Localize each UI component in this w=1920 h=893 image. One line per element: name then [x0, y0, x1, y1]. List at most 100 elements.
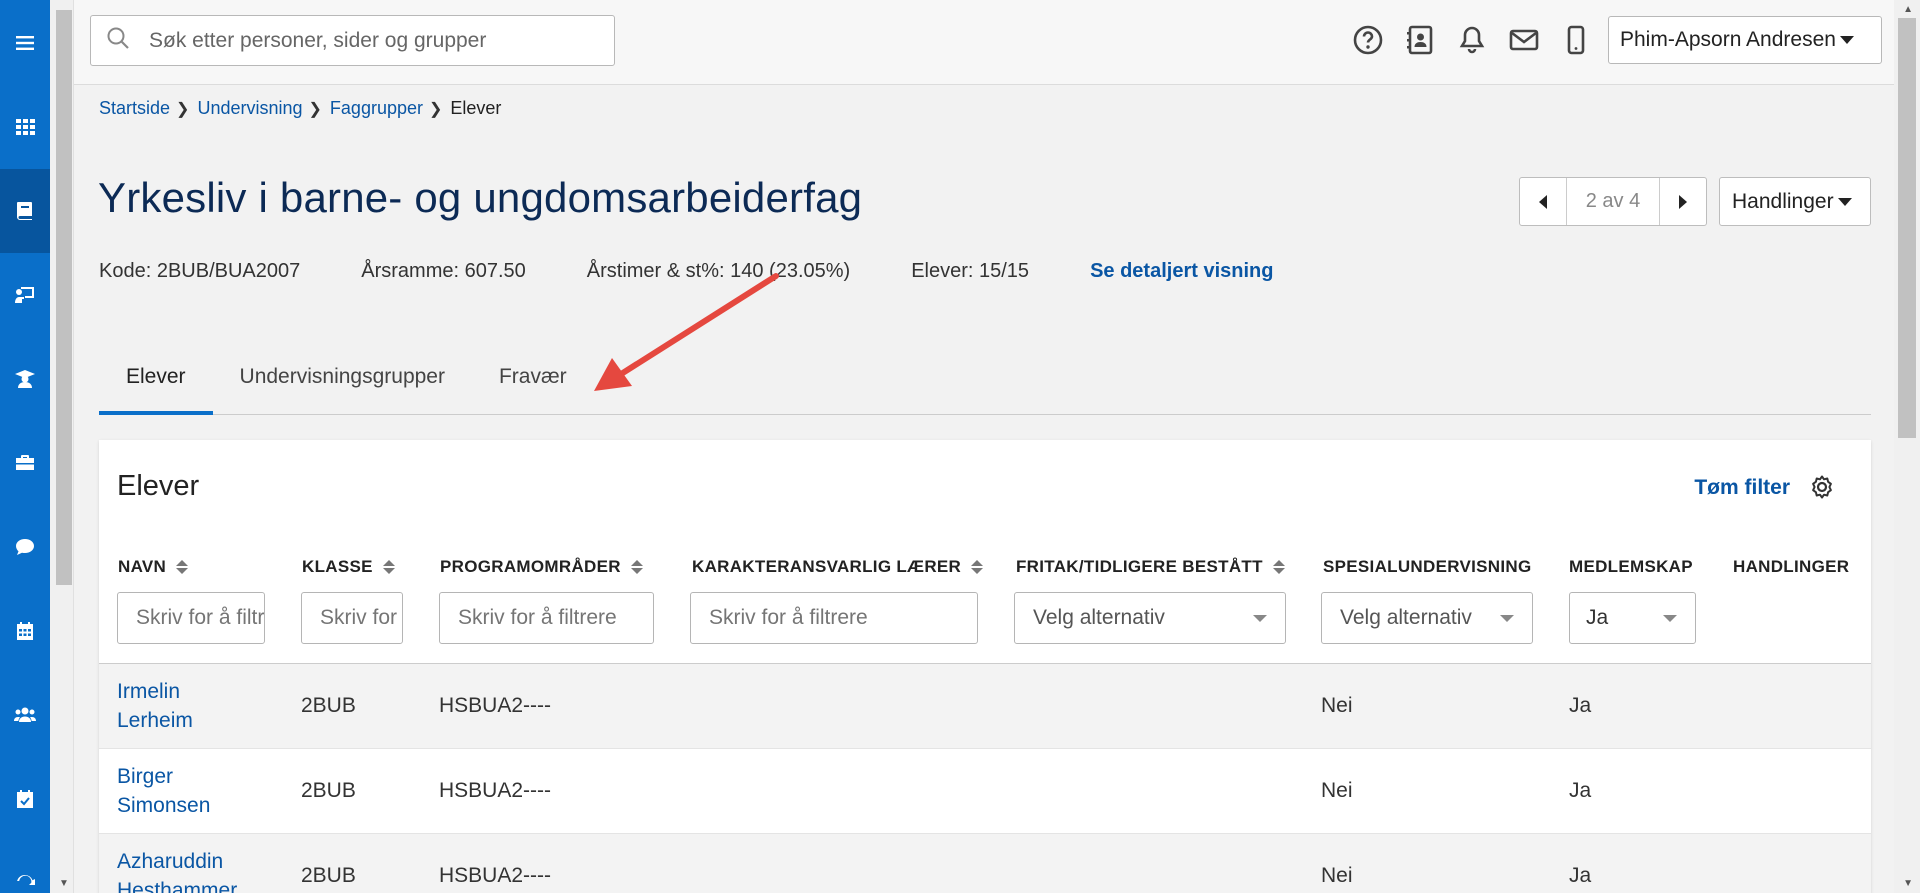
- chevron-down-icon: [1253, 614, 1267, 622]
- briefcase-icon[interactable]: [0, 421, 50, 505]
- page-scroll-thumb[interactable]: [1898, 18, 1916, 438]
- column-header-karakteransvarlig-laerer[interactable]: KARAKTERANSVARLIG LÆRER: [692, 557, 984, 577]
- page-scroll-up-arrow[interactable]: ▲: [1903, 4, 1913, 15]
- caret-down-icon: [1837, 197, 1852, 206]
- filter-fritak-select[interactable]: Velg alternativ: [1014, 592, 1286, 644]
- filter-navn-input[interactable]: [117, 592, 265, 644]
- chat-icon[interactable]: [0, 505, 50, 589]
- filter-spesial-value: Velg alternativ: [1340, 606, 1472, 629]
- breadcrumb-link-startside[interactable]: Startside: [99, 98, 170, 119]
- people-icon[interactable]: [0, 673, 50, 757]
- column-header-label: MEDLEMSKAP: [1569, 557, 1693, 576]
- column-header-programomrader[interactable]: PROGRAMOMRÅDER: [440, 557, 643, 577]
- detail-view-link[interactable]: Se detaljert visning: [1090, 260, 1273, 283]
- student-name-link[interactable]: Birger Simonsen: [117, 762, 210, 820]
- mobile-icon[interactable]: [1560, 20, 1592, 60]
- cell-spesial: Nei: [1321, 864, 1353, 887]
- column-header-spesialundervisning: SPESIALUNDERVISNING: [1323, 557, 1531, 577]
- actions-dropdown-button[interactable]: Handlinger: [1719, 177, 1871, 226]
- cell-spesial: Nei: [1321, 779, 1353, 802]
- filter-programomrader-input[interactable]: [439, 592, 654, 644]
- caret-left-icon: [1539, 194, 1547, 209]
- student-last-name: Lerheim: [117, 709, 193, 732]
- actions-label: Handlinger: [1732, 189, 1834, 213]
- student-name-link[interactable]: Azharuddin Hesthammer: [117, 847, 237, 893]
- table-row: Azharuddin Hesthammer 2BUB HSBUA2---- Ne…: [99, 834, 1871, 893]
- bell-icon[interactable]: [1456, 20, 1488, 60]
- column-header-medlemskap: MEDLEMSKAP: [1569, 557, 1693, 577]
- search-icon: [105, 25, 131, 56]
- table-row: Birger Simonsen 2BUB HSBUA2---- Nei Ja: [99, 749, 1871, 834]
- contacts-icon[interactable]: [1404, 20, 1436, 60]
- sort-icon: [1272, 560, 1285, 574]
- meta-arsramme: Årsramme: 607.50: [361, 260, 526, 282]
- annotation-arrow: [594, 273, 779, 391]
- search-box[interactable]: [90, 15, 615, 66]
- filter-medlemskap-value: Ja: [1586, 606, 1609, 629]
- help-icon[interactable]: [1352, 20, 1384, 60]
- filter-laerer-input[interactable]: [690, 592, 978, 644]
- calendar-icon[interactable]: [0, 589, 50, 673]
- sidebar-scroll-down-arrow[interactable]: ▼: [56, 877, 72, 889]
- sort-icon: [630, 560, 643, 574]
- table-row: Irmelin Lerheim 2BUB HSBUA2---- Nei Ja: [99, 664, 1871, 749]
- caret-right-icon: [1679, 194, 1687, 209]
- calendar-check-icon[interactable]: [0, 757, 50, 841]
- graduate-icon[interactable]: [0, 337, 50, 421]
- chevron-right-icon: ❯: [428, 100, 443, 118]
- filter-fritak-value: Velg alternativ: [1033, 606, 1165, 629]
- user-menu-button[interactable]: Phim-Apsorn Andresen: [1608, 16, 1882, 64]
- filter-medlemskap-select[interactable]: Ja: [1569, 592, 1696, 644]
- student-first-name: Azharuddin: [117, 850, 224, 873]
- chevron-right-icon: ❯: [176, 100, 190, 118]
- caret-down-icon: [1839, 36, 1854, 44]
- tab-undervisningsgrupper[interactable]: Undervisningsgrupper: [213, 353, 472, 415]
- chevron-down-icon: [1500, 614, 1514, 622]
- record-pager: 2 av 4: [1519, 177, 1707, 226]
- chevron-right-icon: ❯: [308, 100, 322, 118]
- next-button[interactable]: [1660, 178, 1706, 225]
- column-header-navn[interactable]: NAVN: [118, 557, 189, 577]
- meta-kode: Kode: 2BUB/BUA2007: [99, 260, 301, 282]
- column-header-label: FRITAK/TIDLIGERE BESTÅTT: [1016, 557, 1263, 576]
- filter-klasse-input[interactable]: [301, 592, 403, 644]
- gear-icon[interactable]: [1809, 474, 1835, 505]
- meta-elever: Elever: 15/15: [911, 260, 1030, 282]
- tab-fravaer[interactable]: Fravær: [472, 353, 594, 415]
- cell-medlemskap: Ja: [1569, 779, 1592, 802]
- mail-icon[interactable]: [1508, 20, 1540, 60]
- previous-button[interactable]: [1520, 178, 1566, 225]
- breadcrumb-link-undervisning[interactable]: Undervisning: [197, 98, 302, 119]
- sidebar-scroll-thumb[interactable]: [56, 10, 72, 585]
- panel-title: Elever: [117, 470, 200, 502]
- student-name-link[interactable]: Irmelin Lerheim: [117, 677, 193, 735]
- cell-medlemskap: Ja: [1569, 694, 1592, 717]
- teacher-board-icon[interactable]: [0, 253, 50, 337]
- page-scroll-down-arrow[interactable]: ▼: [1903, 878, 1913, 889]
- breadcrumb-link-faggrupper[interactable]: Faggrupper: [330, 98, 423, 119]
- sort-icon: [382, 560, 395, 574]
- breadcrumb: Startside ❯ Undervisning ❯ Faggrupper ❯ …: [99, 98, 501, 119]
- column-header-label: HANDLINGER: [1733, 557, 1850, 576]
- clear-filter-button[interactable]: Tøm filter: [1694, 476, 1790, 500]
- column-header-label: PROGRAMOMRÅDER: [440, 557, 621, 576]
- column-header-label: SPESIALUNDERVISNING: [1323, 557, 1532, 576]
- menu-icon[interactable]: [0, 0, 50, 85]
- user-name: Phim-Apsorn Andresen: [1620, 28, 1836, 51]
- apps-grid-icon[interactable]: [0, 85, 50, 169]
- sort-icon: [971, 560, 984, 574]
- column-header-fritak[interactable]: FRITAK/TIDLIGERE BESTÅTT: [1016, 557, 1285, 577]
- book-icon[interactable]: [0, 169, 50, 253]
- column-header-klasse[interactable]: KLASSE: [302, 557, 395, 577]
- student-first-name: Irmelin: [117, 680, 181, 703]
- sync-icon[interactable]: [0, 841, 50, 893]
- tab-elever[interactable]: Elever: [99, 353, 213, 415]
- sort-icon: [176, 560, 189, 574]
- breadcrumb-current: Elever: [450, 98, 502, 118]
- cell-klasse: 2BUB: [301, 779, 356, 802]
- search-input[interactable]: [149, 28, 589, 53]
- cell-program: HSBUA2----: [439, 864, 552, 887]
- cell-spesial: Nei: [1321, 694, 1353, 717]
- cell-klasse: 2BUB: [301, 694, 356, 717]
- filter-spesial-select[interactable]: Velg alternativ: [1321, 592, 1533, 644]
